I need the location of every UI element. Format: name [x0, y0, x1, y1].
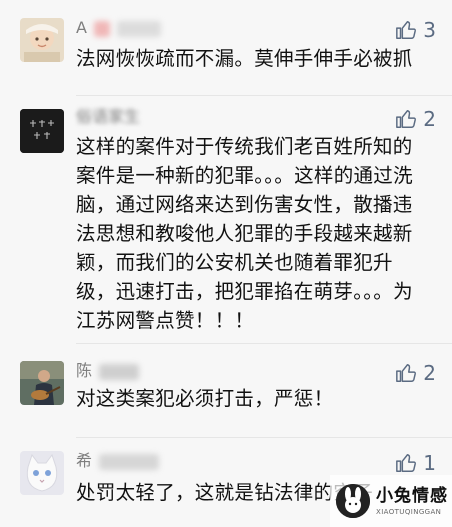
comment-list: A 3 法网恢恢疏而不漏。莫伸手伸手必被抓 俗语家生 2 这样的案件对于传统我们… — [0, 0, 452, 527]
comment-item: 陈 2 对这类案犯必须打击，严惩！ — [0, 361, 452, 425]
divider — [76, 437, 452, 438]
thumbs-up-icon — [396, 364, 417, 382]
commenter-name-text: 希 — [76, 451, 93, 470]
rabbit-logo-icon — [336, 484, 370, 518]
like-button[interactable]: 2 — [395, 107, 436, 131]
divider — [76, 95, 452, 96]
commenter-name[interactable]: 俗语家生 — [76, 106, 140, 128]
commenter-name-text: 陈 — [76, 361, 93, 380]
calligraphy-avatar-icon[interactable] — [20, 109, 64, 153]
commenter-name[interactable]: 希 — [76, 450, 160, 472]
like-count: 2 — [423, 107, 436, 131]
redacted-name — [99, 453, 160, 470]
white-cat-avatar-icon[interactable] — [20, 451, 64, 495]
commenter-name-text: A — [76, 18, 87, 37]
commenter-name[interactable]: A — [76, 17, 162, 39]
guitar-player-avatar-icon[interactable] — [20, 361, 64, 405]
comment-item: A 3 法网恢恢疏而不漏。莫伸手伸手必被抓 — [0, 18, 452, 78]
like-count: 3 — [423, 18, 436, 42]
redacted-name — [117, 20, 162, 37]
comment-text: 这样的案件对于传统我们老百姓所知的案件是一种新的犯罪。。。这样的通过洗脑，通过网… — [76, 135, 413, 332]
watermark-text: 小兔情感 XIAOTUQINGGAN — [376, 487, 448, 516]
like-count: 2 — [423, 361, 436, 385]
comment-text: 法网恢恢疏而不漏。莫伸手伸手必被抓 — [76, 47, 413, 70]
comment-text: 对这类案犯必须打击，严惩！ — [76, 387, 334, 410]
commenter-name-text: 俗语家生 — [76, 107, 141, 126]
like-button[interactable]: 1 — [395, 451, 436, 475]
commenter-name[interactable]: 陈 — [76, 360, 140, 382]
thumbs-up-icon — [396, 21, 417, 39]
redacted-name — [99, 363, 140, 380]
comment-item: 俗语家生 2 这样的案件对于传统我们老百姓所知的案件是一种新的犯罪。。。这样的通… — [0, 106, 452, 332]
thumbs-up-icon — [396, 110, 417, 128]
thumbs-up-icon — [396, 454, 417, 472]
watermark-subtitle: XIAOTUQINGGAN — [376, 507, 442, 516]
watermark-title: 小兔情感 — [376, 485, 448, 506]
like-button[interactable]: 3 — [395, 18, 436, 42]
divider — [76, 343, 452, 344]
baby-avatar-icon[interactable] — [20, 18, 64, 62]
like-count: 1 — [423, 451, 436, 475]
watermark: 小兔情感 XIAOTUQINGGAN — [330, 475, 452, 527]
like-button[interactable]: 2 — [395, 361, 436, 385]
redacted-name — [94, 20, 111, 37]
